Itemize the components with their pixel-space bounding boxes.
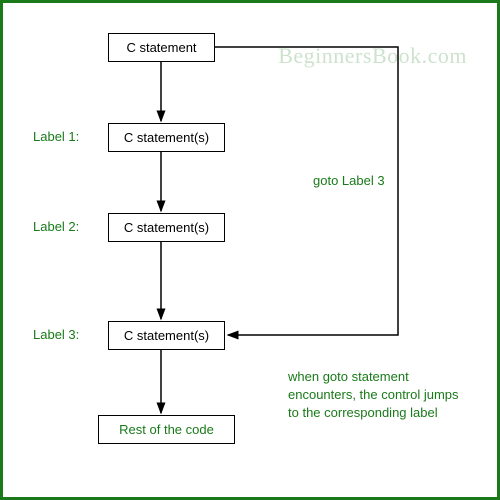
label-1: Label 1:: [33, 129, 79, 144]
label-2: Label 2:: [33, 219, 79, 234]
label-3: Label 3:: [33, 327, 79, 342]
box-label3: C statement(s): [108, 321, 225, 350]
desc-line1: when goto statement: [288, 368, 488, 386]
diagram-container: BeginnersBook.com C statement C statemen…: [0, 0, 500, 500]
box-label2-text: C statement(s): [124, 220, 209, 235]
watermark: BeginnersBook.com: [278, 43, 467, 69]
box-rest: Rest of the code: [98, 415, 235, 444]
box-label2: C statement(s): [108, 213, 225, 242]
arrows-svg: [3, 3, 497, 497]
description-block: when goto statement encounters, the cont…: [288, 368, 488, 423]
box-label1: C statement(s): [108, 123, 225, 152]
desc-line3: to the corresponding label: [288, 404, 488, 422]
goto-text: goto Label 3: [313, 173, 385, 188]
box-top-statement: C statement: [108, 33, 215, 62]
box-rest-text: Rest of the code: [119, 422, 214, 437]
desc-line2: encounters, the control jumps: [288, 386, 488, 404]
box-label3-text: C statement(s): [124, 328, 209, 343]
box-top-text: C statement: [126, 40, 196, 55]
box-label1-text: C statement(s): [124, 130, 209, 145]
